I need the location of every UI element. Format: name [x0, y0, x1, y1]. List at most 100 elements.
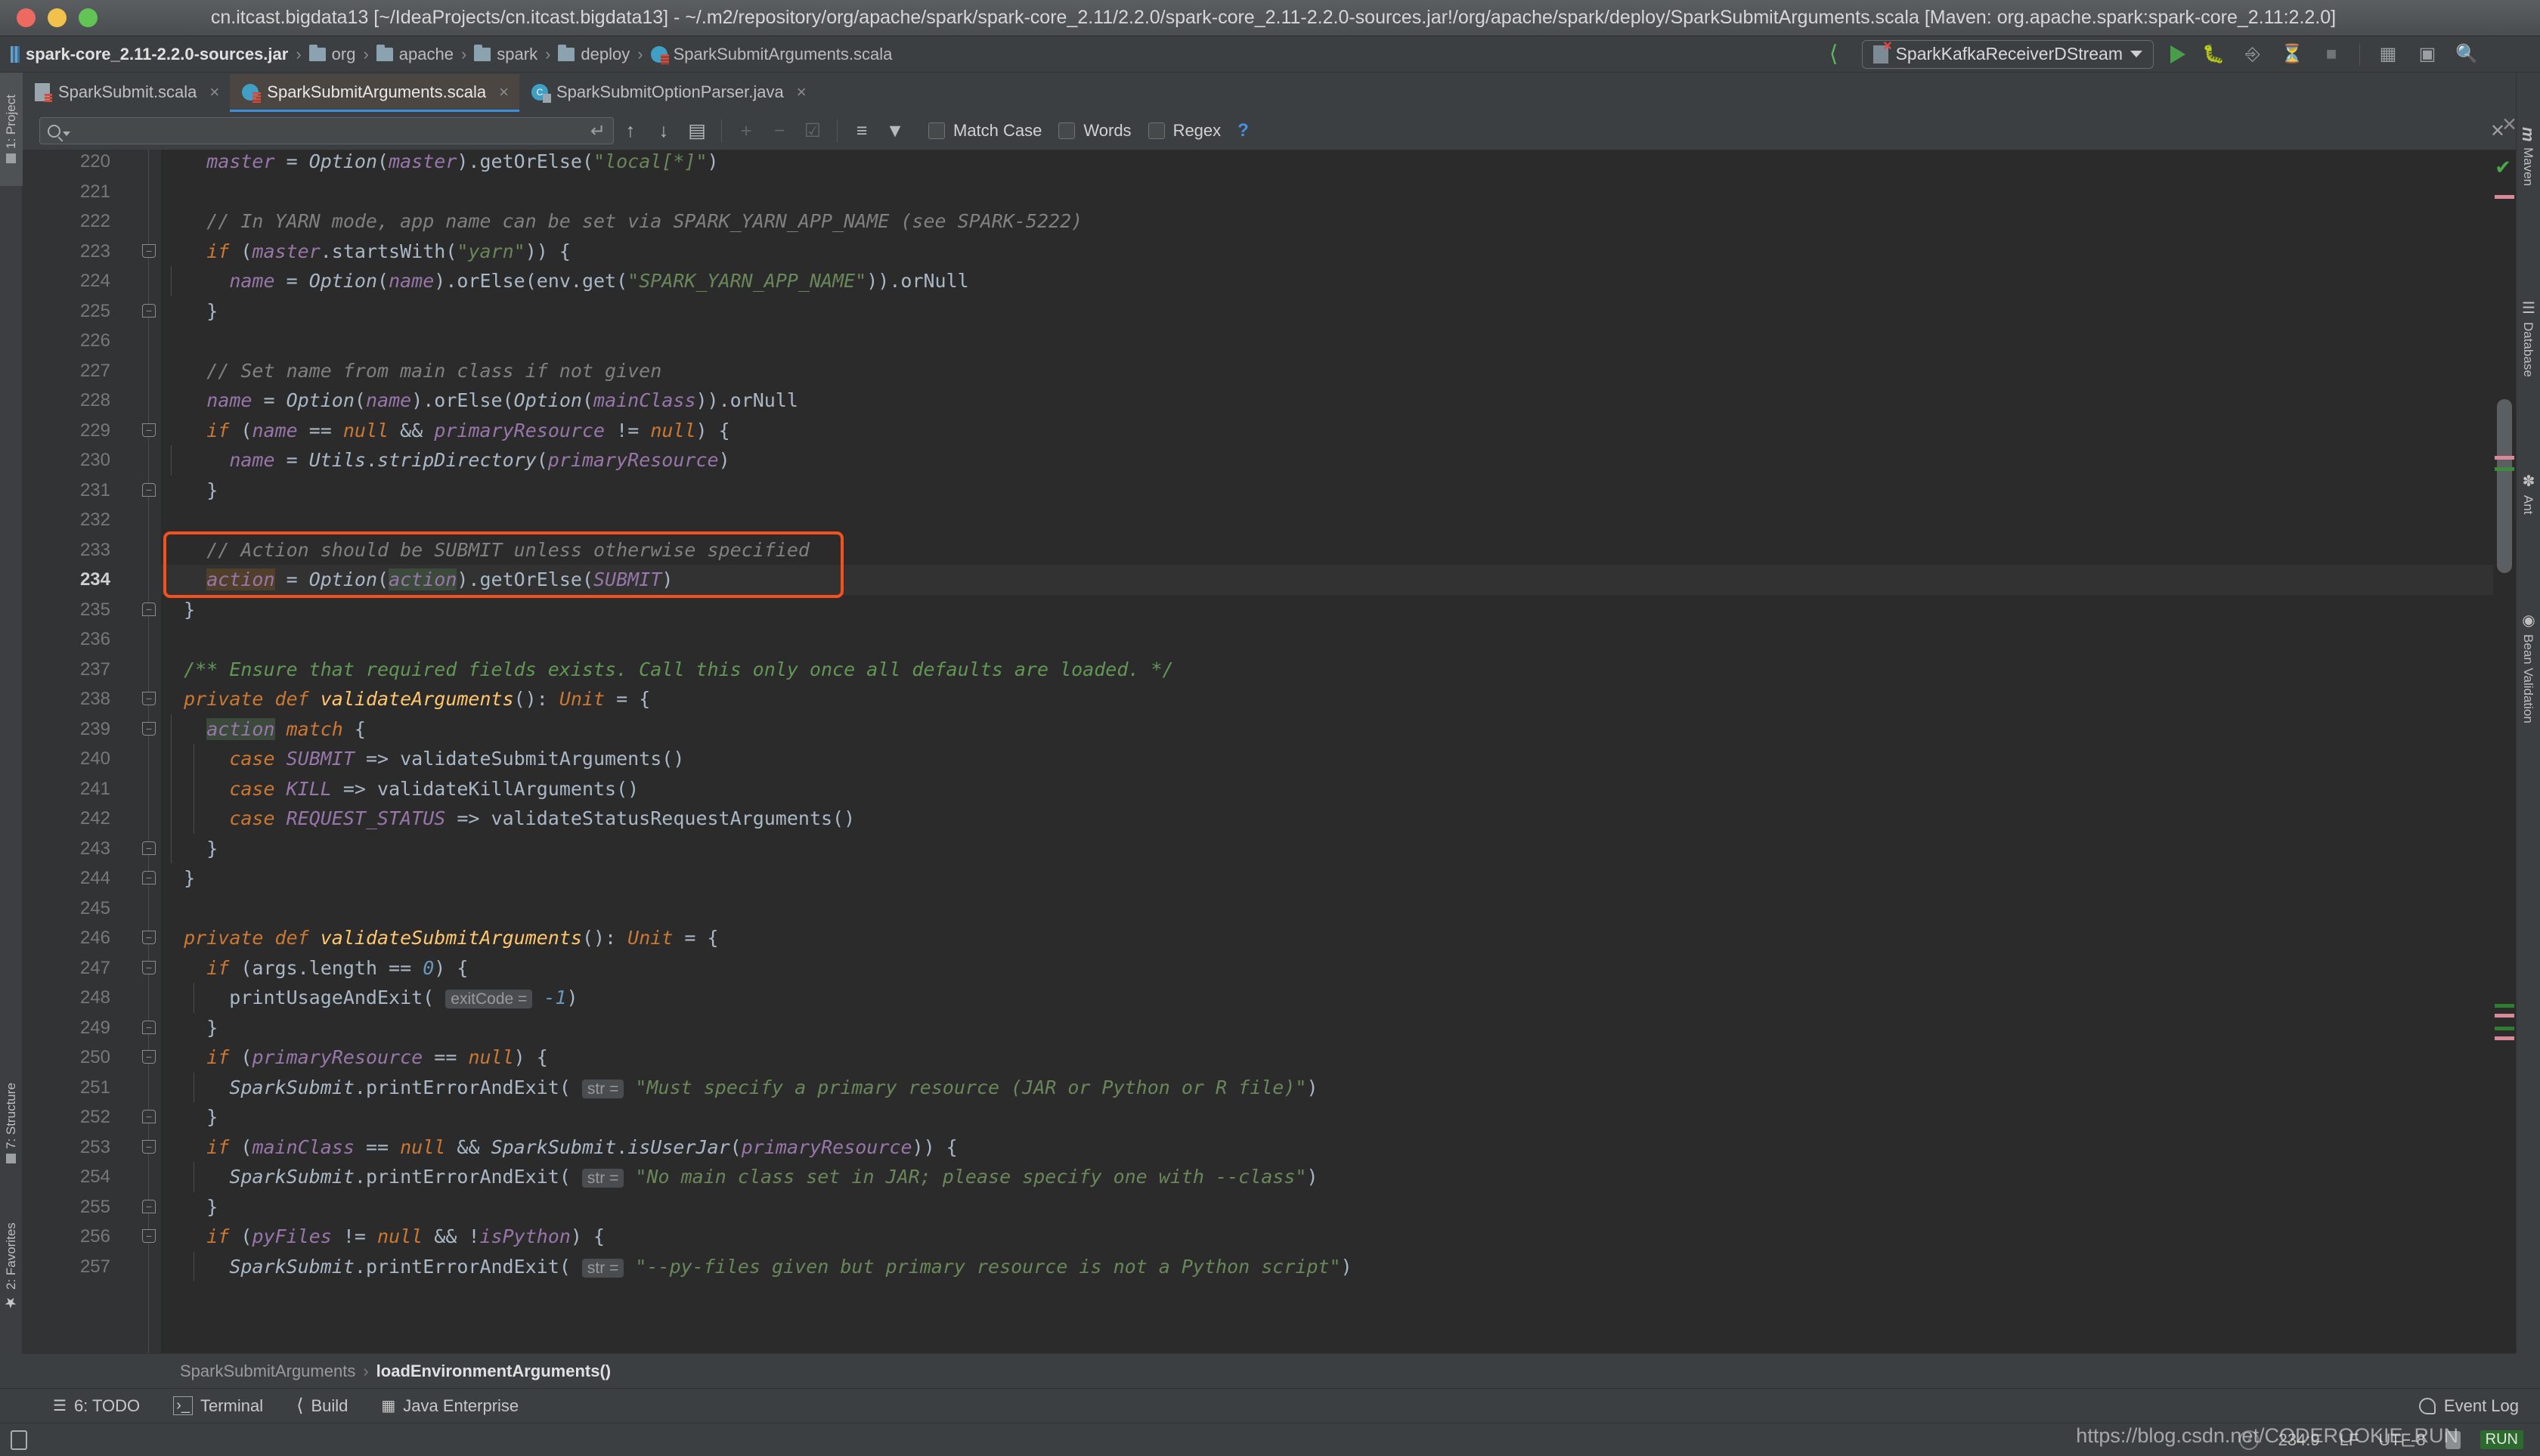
code-line[interactable]: SparkSubmit.printErrorAndExit( str = "--… [161, 1252, 1352, 1282]
bottom-tab-build[interactable]: ⟨ Build [280, 1395, 364, 1417]
add-occurrence-icon[interactable]: + [729, 116, 763, 146]
stop-icon[interactable]: ■ [2320, 43, 2343, 66]
event-log-button[interactable]: Event Log [2418, 1396, 2540, 1416]
code-line[interactable]: /** Ensure that required fields exists. … [161, 655, 1173, 685]
code-line[interactable]: private def validateSubmitArguments(): U… [161, 923, 718, 953]
code-line[interactable]: SparkSubmit.printErrorAndExit( str = "No… [161, 1162, 1318, 1192]
open-terminal-icon[interactable]: ▣ [2416, 43, 2439, 66]
build-hammer-icon[interactable]: ⟨ [1823, 42, 1845, 67]
window-controls[interactable] [0, 8, 98, 27]
search-everywhere-icon[interactable]: 🔍 [2455, 43, 2478, 66]
breadcrumb-item-spark[interactable]: spark [474, 44, 537, 64]
sidebar-item-structure[interactable]: 7: Structure [0, 1055, 23, 1191]
error-stripe-marker[interactable] [2495, 467, 2514, 471]
error-stripe-marker[interactable] [2495, 195, 2514, 199]
fold-toggle-icon[interactable]: − [142, 303, 156, 318]
filter-icon[interactable]: ▼ [878, 116, 912, 146]
maximize-window-button[interactable] [79, 8, 98, 27]
code-line[interactable]: case REQUEST_STATUS => validateStatusReq… [161, 804, 855, 834]
select-all-occurrences-icon[interactable]: ▤ [680, 116, 714, 146]
sidebar-item-database[interactable]: ☰ Database [2516, 243, 2540, 432]
breadcrumb-item-file[interactable]: SparkSubmitArguments.scala [650, 45, 892, 64]
code-line[interactable]: action match { [161, 714, 366, 745]
close-icon[interactable]: × [797, 82, 807, 102]
code-line[interactable]: name = Option(name).orElse(env.get("SPAR… [161, 266, 968, 296]
fold-toggle-icon[interactable]: − [142, 243, 156, 258]
fold-toggle-icon[interactable]: − [142, 1050, 156, 1064]
code-line[interactable]: printUsageAndExit( exitCode = -1) [161, 983, 578, 1013]
close-window-button[interactable] [17, 8, 36, 27]
fold-toggle-icon[interactable]: − [142, 871, 156, 884]
fold-toggle-icon[interactable]: − [142, 423, 156, 437]
editor-close-icon[interactable]: ✕ [2501, 113, 2517, 136]
read-only-lock-icon[interactable] [2445, 1430, 2461, 1449]
bottom-tab-todo[interactable]: ☰ 6: TODO [36, 1396, 156, 1416]
code-line[interactable]: // In YARN mode, app name can be set via… [161, 206, 1083, 237]
code-line[interactable] [161, 177, 172, 207]
code-line[interactable]: if (primaryResource == null) { [161, 1042, 548, 1073]
code-line[interactable]: private def validateArguments(): Unit = … [161, 684, 650, 714]
fold-toggle-icon[interactable]: − [142, 1110, 156, 1123]
code-line[interactable]: if (name == null && primaryResource != n… [161, 416, 729, 446]
code-line[interactable]: name = Utils.stripDirectory(primaryResou… [161, 445, 729, 476]
code-line[interactable]: // Action should be SUBMIT unless otherw… [161, 535, 810, 565]
breadcrumb[interactable]: spark-core_2.11-2.2.0-sources.jar › org … [0, 44, 892, 64]
close-icon[interactable]: × [499, 82, 509, 102]
sidebar-item-ant[interactable]: ✽ Ant [2516, 440, 2540, 546]
words-checkbox[interactable]: Words [1058, 121, 1132, 141]
fold-toggle-icon[interactable]: − [142, 482, 156, 497]
encoding[interactable]: UTF-8 [2378, 1430, 2425, 1450]
code-line[interactable]: } [161, 595, 195, 625]
new-line-icon[interactable]: ↵ [590, 120, 606, 142]
code-line[interactable]: if (master.startsWith("yarn")) { [161, 237, 571, 267]
tab-spark-submit-arguments-scala[interactable]: SparkSubmitArguments.scala × [230, 74, 519, 112]
run-with-coverage-icon[interactable]: ⎆ [2241, 43, 2264, 66]
match-case-checkbox[interactable]: Match Case [928, 121, 1042, 141]
editor-breadcrumb[interactable]: SparkSubmitArguments › loadEnvironmentAr… [23, 1353, 2516, 1388]
toggle-occurrence-icon[interactable]: ☑ [796, 116, 829, 146]
tab-spark-submit-scala[interactable]: SparkSubmit.scala × [23, 74, 230, 112]
fold-toggle-icon[interactable]: − [142, 1229, 156, 1243]
code-line[interactable]: } [161, 476, 218, 506]
breadcrumb-class[interactable]: SparkSubmitArguments [180, 1362, 355, 1381]
code-line[interactable]: case KILL => validateKillArguments() [161, 774, 639, 804]
search-input[interactable] [70, 122, 590, 140]
code-line[interactable]: } [161, 296, 218, 327]
fold-toggle-icon[interactable]: − [142, 1199, 156, 1213]
find-previous-icon[interactable]: ↑ [614, 116, 647, 146]
code-line[interactable] [161, 326, 172, 356]
find-next-icon[interactable]: ↓ [647, 116, 680, 146]
bottom-tab-terminal[interactable]: ›_ Terminal [156, 1396, 280, 1416]
run-configuration-selector[interactable]: SparkKafkaReceiverDStream [1861, 39, 2154, 69]
bottom-tab-java-enterprise[interactable]: ▦ Java Enterprise [364, 1396, 535, 1416]
regex-checkbox[interactable]: Regex [1148, 121, 1221, 141]
code-line[interactable]: action = Option(action).getOrElse(SUBMIT… [161, 565, 673, 595]
code-line[interactable]: } [161, 834, 218, 864]
error-stripe-marker[interactable] [2495, 1004, 2514, 1008]
code-line[interactable]: name = Option(name).orElse(Option(mainCl… [161, 386, 798, 416]
chevron-down-icon[interactable] [63, 132, 70, 136]
sidebar-item-bean-validation[interactable]: ◉ Bean Validation [2516, 553, 2540, 780]
code-editor[interactable]: 220 221 222 223 224 225 226 227 228 229 230 231 232 2… [23, 150, 2493, 1353]
line-separator[interactable]: LF [2340, 1430, 2359, 1450]
fold-toggle-icon[interactable]: − [142, 931, 156, 944]
search-field[interactable]: ↵ [39, 117, 614, 144]
profile-icon[interactable]: ⏳ [2281, 43, 2303, 66]
minimize-window-button[interactable] [48, 8, 67, 27]
memory-indicator[interactable] [11, 1430, 27, 1450]
fold-toggle-icon[interactable]: − [142, 960, 156, 974]
sidebar-item-favorites[interactable]: ★ 2: Favorites [0, 1191, 23, 1343]
code-line[interactable]: SparkSubmit.printErrorAndExit( str = "Mu… [161, 1073, 1318, 1103]
code-line[interactable]: if (mainClass == null && SparkSubmit.isU… [161, 1132, 958, 1163]
breadcrumb-item-deploy[interactable]: deploy [558, 44, 630, 64]
sidebar-item-maven[interactable]: m Maven [2516, 77, 2540, 236]
fold-toggle-icon[interactable]: − [142, 602, 156, 616]
breadcrumb-item-org[interactable]: org [308, 44, 355, 64]
fold-toggle-icon[interactable]: − [142, 1139, 156, 1154]
code-line[interactable]: master = Option(master).getOrElse("local… [161, 150, 718, 177]
code-line[interactable]: if (args.length == 0) { [161, 953, 468, 984]
breadcrumb-item-jar[interactable]: spark-core_2.11-2.2.0-sources.jar [11, 45, 288, 64]
fold-toggle-icon[interactable]: − [142, 721, 156, 736]
regex-help-icon[interactable]: ? [1237, 120, 1249, 141]
tab-spark-submit-option-parser-java[interactable]: C SparkSubmitOptionParser.java × [519, 74, 817, 112]
